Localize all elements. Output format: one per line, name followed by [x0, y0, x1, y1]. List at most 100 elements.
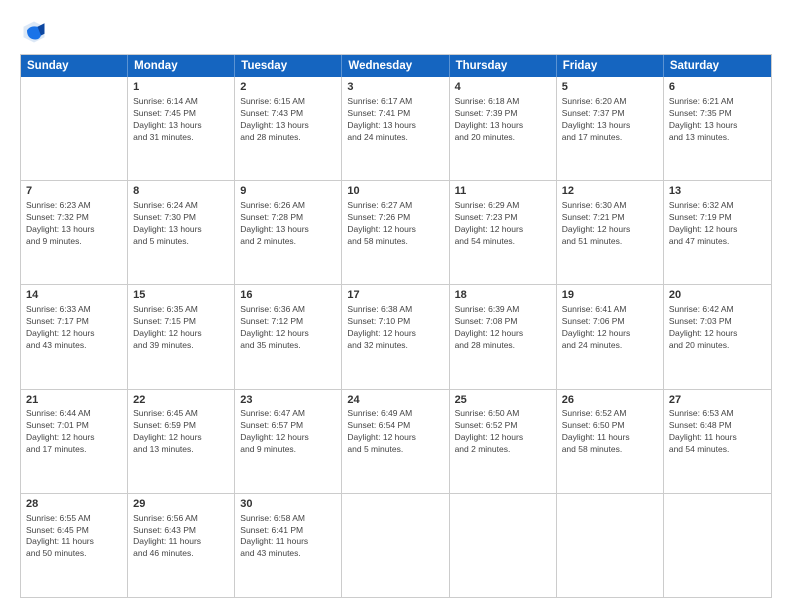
day-info: Sunrise: 6:42 AMSunset: 7:03 PMDaylight:… [669, 304, 766, 352]
weekday-header-thursday: Thursday [450, 55, 557, 77]
header [20, 18, 772, 46]
empty-cell [342, 494, 449, 597]
day-number: 24 [347, 393, 443, 408]
day-number: 19 [562, 288, 658, 303]
day-number: 22 [133, 393, 229, 408]
day-info: Sunrise: 6:56 AMSunset: 6:43 PMDaylight:… [133, 513, 229, 561]
calendar-body: 1Sunrise: 6:14 AMSunset: 7:45 PMDaylight… [21, 77, 771, 597]
day-cell-5: 5Sunrise: 6:20 AMSunset: 7:37 PMDaylight… [557, 77, 664, 180]
day-number: 20 [669, 288, 766, 303]
day-cell-12: 12Sunrise: 6:30 AMSunset: 7:21 PMDayligh… [557, 181, 664, 284]
day-info: Sunrise: 6:14 AMSunset: 7:45 PMDaylight:… [133, 96, 229, 144]
day-info: Sunrise: 6:39 AMSunset: 7:08 PMDaylight:… [455, 304, 551, 352]
day-info: Sunrise: 6:47 AMSunset: 6:57 PMDaylight:… [240, 408, 336, 456]
day-cell-1: 1Sunrise: 6:14 AMSunset: 7:45 PMDaylight… [128, 77, 235, 180]
day-cell-27: 27Sunrise: 6:53 AMSunset: 6:48 PMDayligh… [664, 390, 771, 493]
day-number: 26 [562, 393, 658, 408]
weekday-header-sunday: Sunday [21, 55, 128, 77]
day-cell-10: 10Sunrise: 6:27 AMSunset: 7:26 PMDayligh… [342, 181, 449, 284]
weekday-header-friday: Friday [557, 55, 664, 77]
day-info: Sunrise: 6:23 AMSunset: 7:32 PMDaylight:… [26, 200, 122, 248]
page: SundayMondayTuesdayWednesdayThursdayFrid… [0, 0, 792, 612]
weekday-header-saturday: Saturday [664, 55, 771, 77]
calendar-row-0: 1Sunrise: 6:14 AMSunset: 7:45 PMDaylight… [21, 77, 771, 181]
day-cell-8: 8Sunrise: 6:24 AMSunset: 7:30 PMDaylight… [128, 181, 235, 284]
calendar-row-3: 21Sunrise: 6:44 AMSunset: 7:01 PMDayligh… [21, 390, 771, 494]
day-number: 7 [26, 184, 122, 199]
day-number: 17 [347, 288, 443, 303]
day-info: Sunrise: 6:21 AMSunset: 7:35 PMDaylight:… [669, 96, 766, 144]
day-cell-22: 22Sunrise: 6:45 AMSunset: 6:59 PMDayligh… [128, 390, 235, 493]
day-number: 21 [26, 393, 122, 408]
day-cell-4: 4Sunrise: 6:18 AMSunset: 7:39 PMDaylight… [450, 77, 557, 180]
empty-cell [664, 494, 771, 597]
calendar-row-4: 28Sunrise: 6:55 AMSunset: 6:45 PMDayligh… [21, 494, 771, 597]
day-number: 8 [133, 184, 229, 199]
empty-cell [557, 494, 664, 597]
day-info: Sunrise: 6:15 AMSunset: 7:43 PMDaylight:… [240, 96, 336, 144]
day-number: 1 [133, 80, 229, 95]
day-info: Sunrise: 6:29 AMSunset: 7:23 PMDaylight:… [455, 200, 551, 248]
weekday-header-wednesday: Wednesday [342, 55, 449, 77]
day-number: 5 [562, 80, 658, 95]
day-cell-14: 14Sunrise: 6:33 AMSunset: 7:17 PMDayligh… [21, 285, 128, 388]
day-cell-23: 23Sunrise: 6:47 AMSunset: 6:57 PMDayligh… [235, 390, 342, 493]
day-info: Sunrise: 6:17 AMSunset: 7:41 PMDaylight:… [347, 96, 443, 144]
day-number: 3 [347, 80, 443, 95]
day-number: 30 [240, 497, 336, 512]
day-cell-26: 26Sunrise: 6:52 AMSunset: 6:50 PMDayligh… [557, 390, 664, 493]
day-info: Sunrise: 6:53 AMSunset: 6:48 PMDaylight:… [669, 408, 766, 456]
calendar-header: SundayMondayTuesdayWednesdayThursdayFrid… [21, 55, 771, 77]
day-info: Sunrise: 6:55 AMSunset: 6:45 PMDaylight:… [26, 513, 122, 561]
day-number: 9 [240, 184, 336, 199]
day-info: Sunrise: 6:50 AMSunset: 6:52 PMDaylight:… [455, 408, 551, 456]
day-cell-21: 21Sunrise: 6:44 AMSunset: 7:01 PMDayligh… [21, 390, 128, 493]
weekday-header-tuesday: Tuesday [235, 55, 342, 77]
calendar-row-2: 14Sunrise: 6:33 AMSunset: 7:17 PMDayligh… [21, 285, 771, 389]
day-info: Sunrise: 6:35 AMSunset: 7:15 PMDaylight:… [133, 304, 229, 352]
logo [20, 18, 52, 46]
day-info: Sunrise: 6:18 AMSunset: 7:39 PMDaylight:… [455, 96, 551, 144]
calendar-row-1: 7Sunrise: 6:23 AMSunset: 7:32 PMDaylight… [21, 181, 771, 285]
logo-icon [20, 18, 48, 46]
day-number: 10 [347, 184, 443, 199]
day-number: 28 [26, 497, 122, 512]
day-info: Sunrise: 6:27 AMSunset: 7:26 PMDaylight:… [347, 200, 443, 248]
day-cell-28: 28Sunrise: 6:55 AMSunset: 6:45 PMDayligh… [21, 494, 128, 597]
day-number: 4 [455, 80, 551, 95]
day-cell-2: 2Sunrise: 6:15 AMSunset: 7:43 PMDaylight… [235, 77, 342, 180]
day-cell-24: 24Sunrise: 6:49 AMSunset: 6:54 PMDayligh… [342, 390, 449, 493]
day-cell-15: 15Sunrise: 6:35 AMSunset: 7:15 PMDayligh… [128, 285, 235, 388]
day-cell-13: 13Sunrise: 6:32 AMSunset: 7:19 PMDayligh… [664, 181, 771, 284]
day-info: Sunrise: 6:49 AMSunset: 6:54 PMDaylight:… [347, 408, 443, 456]
day-cell-17: 17Sunrise: 6:38 AMSunset: 7:10 PMDayligh… [342, 285, 449, 388]
day-number: 18 [455, 288, 551, 303]
day-number: 12 [562, 184, 658, 199]
day-info: Sunrise: 6:20 AMSunset: 7:37 PMDaylight:… [562, 96, 658, 144]
day-number: 27 [669, 393, 766, 408]
day-info: Sunrise: 6:52 AMSunset: 6:50 PMDaylight:… [562, 408, 658, 456]
day-cell-19: 19Sunrise: 6:41 AMSunset: 7:06 PMDayligh… [557, 285, 664, 388]
day-info: Sunrise: 6:33 AMSunset: 7:17 PMDaylight:… [26, 304, 122, 352]
day-info: Sunrise: 6:38 AMSunset: 7:10 PMDaylight:… [347, 304, 443, 352]
day-info: Sunrise: 6:41 AMSunset: 7:06 PMDaylight:… [562, 304, 658, 352]
day-cell-7: 7Sunrise: 6:23 AMSunset: 7:32 PMDaylight… [21, 181, 128, 284]
day-number: 25 [455, 393, 551, 408]
day-number: 13 [669, 184, 766, 199]
day-number: 23 [240, 393, 336, 408]
day-number: 2 [240, 80, 336, 95]
day-number: 16 [240, 288, 336, 303]
day-number: 15 [133, 288, 229, 303]
empty-cell [450, 494, 557, 597]
day-cell-18: 18Sunrise: 6:39 AMSunset: 7:08 PMDayligh… [450, 285, 557, 388]
day-info: Sunrise: 6:24 AMSunset: 7:30 PMDaylight:… [133, 200, 229, 248]
day-cell-20: 20Sunrise: 6:42 AMSunset: 7:03 PMDayligh… [664, 285, 771, 388]
day-cell-29: 29Sunrise: 6:56 AMSunset: 6:43 PMDayligh… [128, 494, 235, 597]
day-info: Sunrise: 6:45 AMSunset: 6:59 PMDaylight:… [133, 408, 229, 456]
day-cell-9: 9Sunrise: 6:26 AMSunset: 7:28 PMDaylight… [235, 181, 342, 284]
day-info: Sunrise: 6:36 AMSunset: 7:12 PMDaylight:… [240, 304, 336, 352]
day-cell-11: 11Sunrise: 6:29 AMSunset: 7:23 PMDayligh… [450, 181, 557, 284]
day-cell-25: 25Sunrise: 6:50 AMSunset: 6:52 PMDayligh… [450, 390, 557, 493]
day-number: 6 [669, 80, 766, 95]
day-cell-16: 16Sunrise: 6:36 AMSunset: 7:12 PMDayligh… [235, 285, 342, 388]
